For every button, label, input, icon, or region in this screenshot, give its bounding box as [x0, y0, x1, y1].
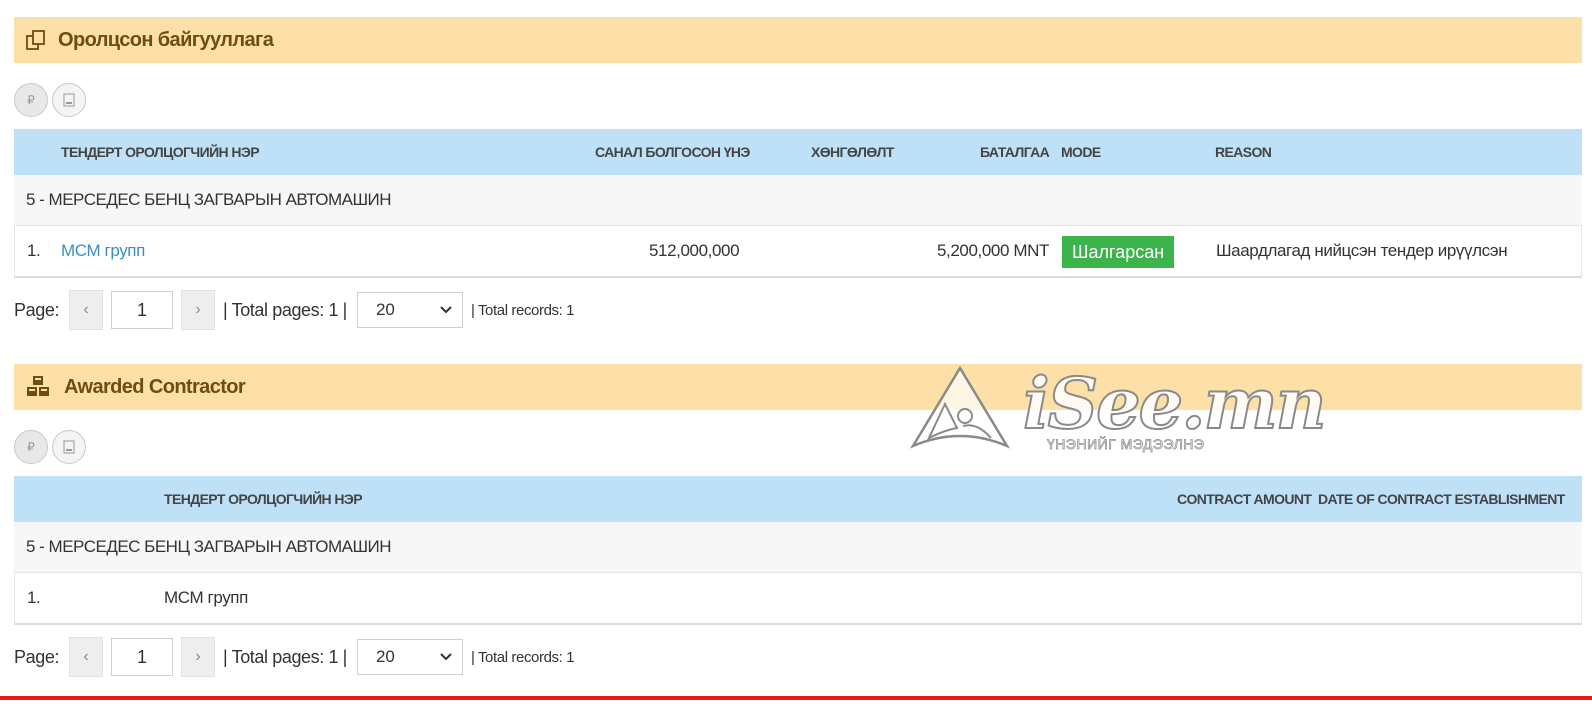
next-page-button[interactable]: ›	[181, 290, 216, 330]
watermark-tagline: ҮНЭНИЙГ МЭДЭЭЛНЭ	[1047, 436, 1205, 453]
column-header-mode[interactable]: MODE	[1061, 144, 1101, 160]
total-records: | Total records: 1	[470, 301, 575, 319]
watermark-brand: iSee.mn	[1022, 361, 1328, 446]
participant-name-link[interactable]: МСМ групп	[61, 241, 145, 261]
page-size-select[interactable]: 20	[356, 292, 463, 328]
excel-export-button[interactable]	[52, 83, 86, 117]
prev-page-button[interactable]: ‹	[69, 290, 104, 330]
isee-logo-icon	[909, 365, 1011, 449]
chevron-down-icon	[440, 306, 452, 314]
excel-export-button[interactable]	[52, 430, 86, 464]
isee-watermark: iSee.mn ҮНЭНИЙГ МЭДЭЭЛНЭ	[905, 361, 1328, 462]
pdf-icon: ₽	[27, 93, 35, 107]
pdf-export-button[interactable]: ₽	[14, 430, 48, 464]
page-number-input[interactable]: 1	[111, 291, 174, 329]
chevron-right-icon: ›	[195, 301, 201, 318]
column-header-contract-amount[interactable]: CONTRACT AMOUNT	[1177, 491, 1312, 507]
bottom-divider	[0, 696, 1592, 700]
chevron-right-icon: ›	[195, 648, 201, 665]
pdf-export-button[interactable]: ₽	[14, 83, 48, 117]
participants-title: Оролцсон байгууллага	[58, 28, 274, 51]
awarded-pagination: Page: ‹ 1 › | Total pages: 1 | 20 | Tota…	[14, 637, 575, 677]
total-pages: | Total pages: 1 |	[223, 646, 347, 667]
contractor-name: МСМ групп	[164, 588, 248, 607]
excel-icon	[63, 93, 75, 107]
participants-pagination: Page: ‹ 1 › | Total pages: 1 | 20 | Tota…	[14, 290, 575, 330]
copy-icon	[14, 17, 58, 63]
group-row: 5 - МЕРСЕДЕС БЕНЦ ЗАГВАРЫН АВТОМАШИН	[14, 522, 1582, 573]
chevron-left-icon: ‹	[83, 301, 89, 318]
table-row: 1. МСМ групп	[14, 573, 1582, 625]
total-pages: | Total pages: 1 |	[223, 299, 347, 320]
prev-page-button[interactable]: ‹	[69, 637, 104, 677]
page-size-select[interactable]: 20	[356, 639, 463, 675]
reason-text: Шаардлагад нийцсэн тендер ирүүлсэн	[1216, 241, 1508, 260]
table-row: 1. МСМ групп 512,000,000 5,200,000 MNT Ш…	[14, 226, 1582, 278]
total-records: | Total records: 1	[470, 648, 575, 666]
awarded-table: ТЕНДЕРТ ОРОЛЦОГЧИЙН НЭР CONTRACT AMOUNT …	[14, 476, 1582, 625]
participants-table-header: ТЕНДЕРТ ОРОЛЦОГЧИЙН НЭР САНАЛ БОЛГОСОН Ү…	[14, 129, 1582, 175]
column-header-name[interactable]: ТЕНДЕРТ ОРОЛЦОГЧИЙН НЭР	[164, 491, 363, 507]
next-page-button[interactable]: ›	[181, 637, 216, 677]
page-label: Page:	[14, 299, 60, 320]
cubes-icon	[14, 364, 64, 410]
group-row: 5 - МЕРСЕДЕС БЕНЦ ЗАГВАРЫН АВТОМАШИН	[14, 175, 1582, 226]
participants-table: ТЕНДЕРТ ОРОЛЦОГЧИЙН НЭР САНАЛ БОЛГОСОН Ү…	[14, 129, 1582, 278]
column-header-name[interactable]: ТЕНДЕРТ ОРОЛЦОГЧИЙН НЭР	[61, 144, 260, 160]
group-label: 5 - МЕРСЕДЕС БЕНЦ ЗАГВАРЫН АВТОМАШИН	[26, 190, 392, 209]
awarded-table-header: ТЕНДЕРТ ОРОЛЦОГЧИЙН НЭР CONTRACT AMOUNT …	[14, 476, 1582, 522]
guarantee-value: 5,200,000 MNT	[937, 241, 1049, 260]
column-header-guarantee[interactable]: БАТАЛГАА	[980, 144, 1050, 160]
group-label: 5 - МЕРСЕДЕС БЕНЦ ЗАГВАРЫН АВТОМАШИН	[26, 537, 392, 556]
awarded-section-header: Awarded Contractor	[14, 364, 1582, 410]
page-size-value: 20	[375, 300, 395, 319]
participants-section-header: Оролцсон байгууллага	[14, 17, 1582, 63]
mode-badge: Шалгарсан	[1062, 236, 1175, 268]
chevron-left-icon: ‹	[83, 648, 89, 665]
excel-icon	[63, 440, 75, 454]
page-size-value: 20	[375, 647, 395, 666]
offered-price: 512,000,000	[649, 241, 740, 260]
row-index: 1.	[27, 241, 41, 260]
column-header-reason[interactable]: REASON	[1215, 144, 1272, 160]
awarded-title: Awarded Contractor	[64, 375, 246, 398]
participants-export-buttons: ₽	[14, 83, 86, 117]
column-header-contract-date[interactable]: DATE OF CONTRACT ESTABLISHMENT	[1318, 491, 1565, 507]
chevron-down-icon	[440, 653, 452, 661]
pdf-icon: ₽	[27, 440, 35, 454]
awarded-export-buttons: ₽	[14, 430, 86, 464]
row-index: 1.	[27, 588, 41, 607]
page-label: Page:	[14, 646, 60, 667]
column-header-discount[interactable]: ХӨНГӨЛӨЛТ	[811, 144, 894, 160]
page-number-input[interactable]: 1	[111, 638, 174, 676]
column-header-price[interactable]: САНАЛ БОЛГОСОН ҮНЭ	[595, 144, 750, 160]
